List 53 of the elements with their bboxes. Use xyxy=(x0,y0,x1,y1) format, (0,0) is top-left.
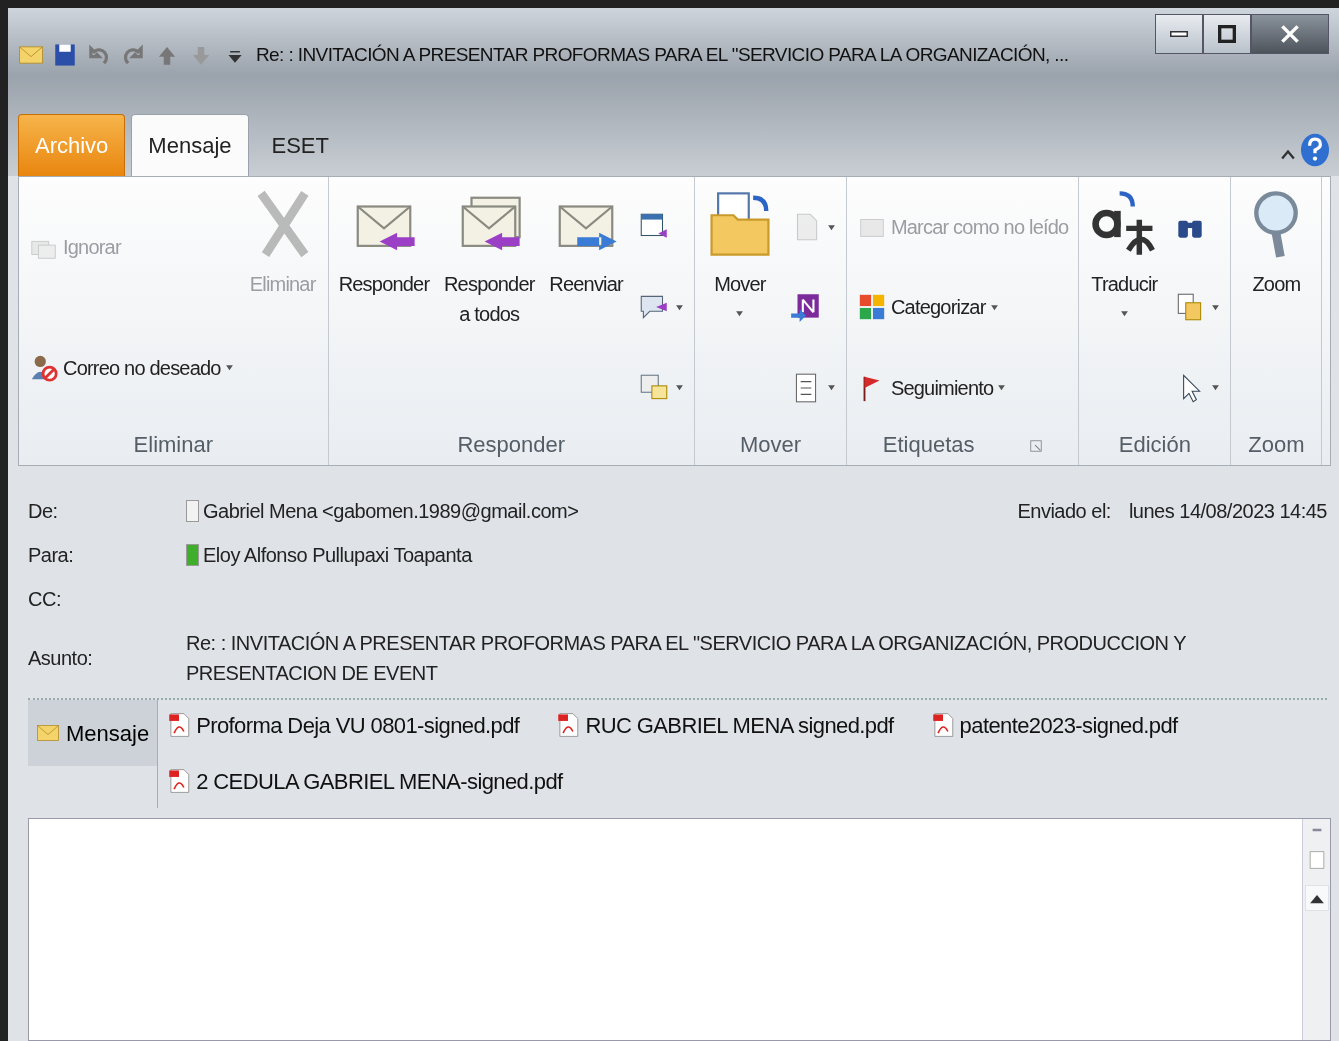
scroll-up-button[interactable] xyxy=(1304,885,1329,911)
group-label: Responder xyxy=(457,431,566,459)
ribbon-button[interactable]: Categorizar xyxy=(852,290,1073,325)
group-label: Etiquetas xyxy=(882,431,975,459)
group-label: Edición xyxy=(1118,431,1191,459)
caret-icon xyxy=(826,383,836,393)
caret-icon xyxy=(674,303,684,312)
maximize-icon[interactable] xyxy=(1218,25,1236,43)
subject-text: Re: : INVITACIÓN A PRESENTAR PROFORMAS PARA EL "SERVICIO PARA LA ORGANIZACIÓN, PRODUCCION Y PRESENTACION DE EVENT xyxy=(186,631,1187,686)
message-tab[interactable]: Mensaje xyxy=(28,700,158,766)
ribbon-button[interactable]: Seguimiento xyxy=(852,370,1073,405)
caret-icon xyxy=(674,383,684,393)
field-label: Asunto: xyxy=(28,646,94,671)
attachment-link[interactable]: 2 CEDULA GABRIEL MENA-signed.pdf xyxy=(166,764,563,798)
sent-date: lunes 14/08/2023 14:45 xyxy=(1128,499,1327,524)
attachment-link[interactable]: Proforma Deja VU 0801-signed.pdf xyxy=(166,708,520,742)
group-label: Zoom xyxy=(1248,431,1305,459)
ribbon-button[interactable]: Mover xyxy=(700,187,779,428)
caret-icon xyxy=(735,309,745,318)
attachment-link[interactable]: patente2023-signed.pdf xyxy=(929,708,1178,742)
ribbon-button[interactable]: Correo no deseado xyxy=(25,350,238,385)
caret-icon xyxy=(1211,303,1221,312)
help-icon[interactable] xyxy=(1301,132,1329,168)
launcher-icon xyxy=(1028,439,1043,454)
ribbon-button[interactable]: Responder xyxy=(334,187,434,428)
caret-icon xyxy=(1119,309,1129,318)
group-label: Eliminar xyxy=(133,431,214,459)
caret-icon xyxy=(1211,383,1221,393)
ribbon-tab[interactable]: Mensaje xyxy=(131,114,249,176)
ribbon-tab[interactable]: ESET xyxy=(254,114,346,176)
field-label: Enviado el: xyxy=(1017,499,1111,524)
ribbon-button[interactable]: Traducir xyxy=(1085,187,1164,428)
field-label: Para: xyxy=(28,543,75,568)
caret-icon xyxy=(826,222,836,232)
caret-icon xyxy=(224,363,234,373)
close-button[interactable] xyxy=(1251,14,1329,54)
contact-name: Gabriel Mena <gabomen.1989@gmail.com> xyxy=(203,499,579,524)
ribbon-button[interactable]: Responder a todos xyxy=(439,187,540,428)
window-title: Re: : INVITACIÓN A PRESENTAR PROFORMAS PARA EL "SERVICIO PARA LA ORGANIZACIÓN, ... xyxy=(256,42,1070,67)
caret-icon xyxy=(997,383,1007,393)
attachment-link[interactable]: RUC GABRIEL MENA signed.pdf xyxy=(555,708,894,742)
chevron-up-icon[interactable] xyxy=(1281,150,1295,160)
field-label: CC: xyxy=(28,587,62,612)
contact-name: Eloy Alfonso Pullupaxi Toapanta xyxy=(203,543,472,568)
maximize-button[interactable] xyxy=(1203,14,1251,54)
group-label: Mover xyxy=(739,431,801,459)
minimize-button[interactable] xyxy=(1155,14,1203,54)
field-label: De: xyxy=(28,499,59,524)
close-icon[interactable] xyxy=(1281,25,1299,43)
caret-icon xyxy=(989,303,999,312)
ribbon-button[interactable]: Zoom xyxy=(1237,187,1316,428)
minimize-icon[interactable] xyxy=(1169,31,1189,37)
ribbon-button[interactable]: Reenviar xyxy=(545,187,627,428)
